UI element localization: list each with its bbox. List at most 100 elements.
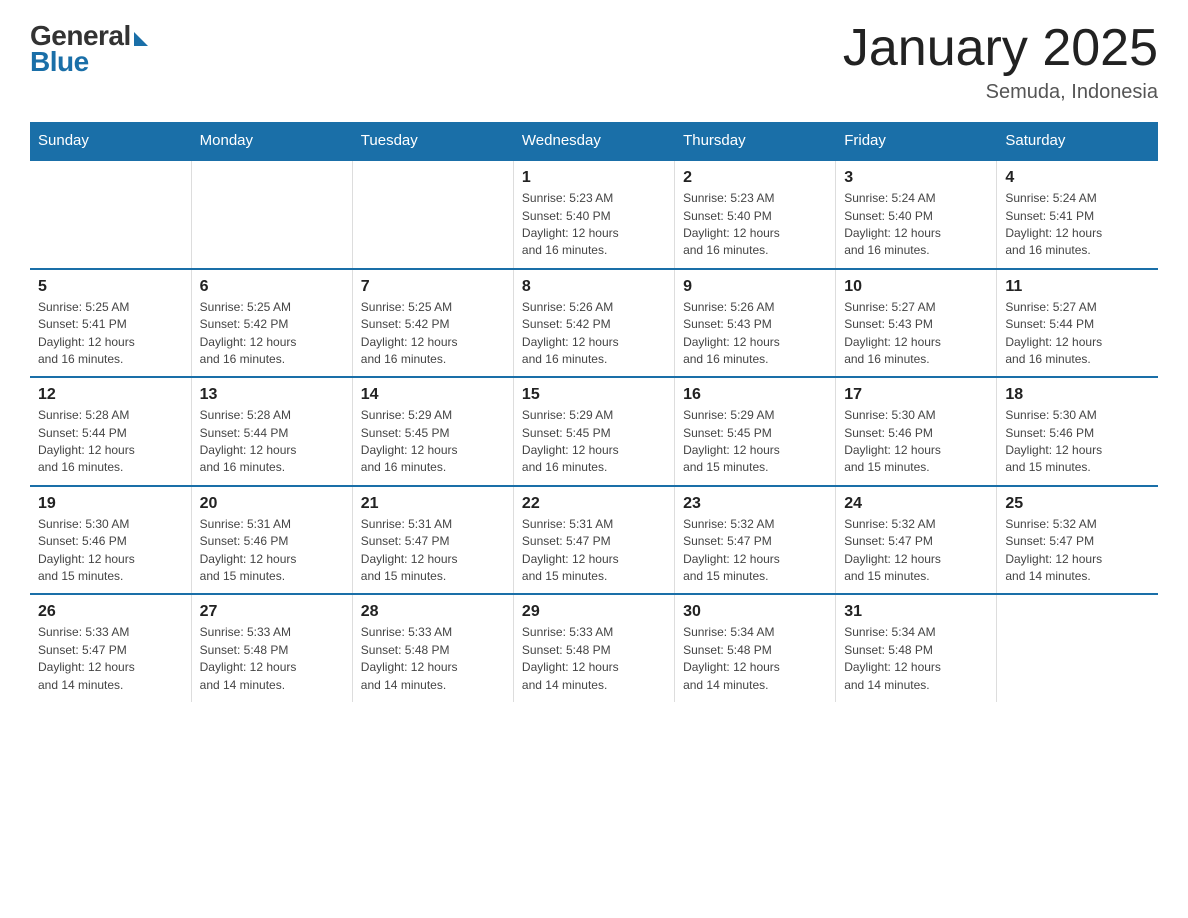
day-number: 15 (522, 386, 666, 404)
table-row (30, 160, 191, 269)
day-info: Sunrise: 5:30 AMSunset: 5:46 PMDaylight:… (38, 516, 183, 586)
table-row: 21Sunrise: 5:31 AMSunset: 5:47 PMDayligh… (352, 486, 513, 595)
day-info: Sunrise: 5:29 AMSunset: 5:45 PMDaylight:… (683, 407, 827, 477)
day-info: Sunrise: 5:28 AMSunset: 5:44 PMDaylight:… (200, 407, 344, 477)
day-info: Sunrise: 5:32 AMSunset: 5:47 PMDaylight:… (1005, 516, 1150, 586)
day-info: Sunrise: 5:31 AMSunset: 5:46 PMDaylight:… (200, 516, 344, 586)
table-row: 27 Sunrise: 5:33 AMSunset: 5:48 PMDayligh… (191, 594, 352, 702)
day-number: 1 (522, 169, 666, 187)
day-number: 2 (683, 169, 827, 187)
day-info: Sunrise: 5:26 AMSunset: 5:42 PMDaylight:… (522, 299, 666, 369)
table-row: 25 Sunrise: 5:32 AMSunset: 5:47 PMDayligh… (997, 486, 1158, 595)
day-info: Sunrise: 5:33 AMSunset: 5:48 PMDaylight:… (200, 624, 344, 694)
table-row: 31 Sunrise: 5:34 AMSunset: 5:48 PMDayligh… (836, 594, 997, 702)
day-number: 26 (38, 603, 183, 621)
table-row: 10 Sunrise: 5:27 AMSunset: 5:43 PMDayligh… (836, 269, 997, 378)
day-number: 22 (522, 495, 666, 513)
day-number: 4 (1005, 169, 1150, 187)
day-info: Sunrise: 5:24 AMSunset: 5:40 PMDaylight:… (844, 190, 988, 260)
day-number: 29 (522, 603, 666, 621)
day-number: 20 (200, 495, 344, 513)
day-number: 31 (844, 603, 988, 621)
col-sunday: Sunday (30, 122, 191, 160)
day-number: 25 (1005, 495, 1150, 513)
table-row: 19 Sunrise: 5:30 AMSunset: 5:46 PMDayligh… (30, 486, 191, 595)
table-row: 22 Sunrise: 5:31 AMSunset: 5:47 PMDayligh… (513, 486, 674, 595)
calendar-title: January 2025 (843, 20, 1158, 77)
day-info: Sunrise: 5:25 AMSunset: 5:42 PMDaylight:… (361, 299, 505, 369)
day-number: 23 (683, 495, 827, 513)
table-row (352, 160, 513, 269)
table-row: 9Sunrise: 5:26 AMSunset: 5:43 PMDaylight… (675, 269, 836, 378)
calendar-subtitle: Semuda, Indonesia (843, 81, 1158, 104)
day-info: Sunrise: 5:26 AMSunset: 5:43 PMDaylight:… (683, 299, 827, 369)
day-info: Sunrise: 5:29 AMSunset: 5:45 PMDaylight:… (361, 407, 505, 477)
day-number: 28 (361, 603, 505, 621)
col-friday: Friday (836, 122, 997, 160)
day-info: Sunrise: 5:31 AMSunset: 5:47 PMDaylight:… (522, 516, 666, 586)
day-info: Sunrise: 5:30 AMSunset: 5:46 PMDaylight:… (1005, 407, 1150, 477)
table-row: 8 Sunrise: 5:26 AMSunset: 5:42 PMDaylight… (513, 269, 674, 378)
table-row: 16 Sunrise: 5:29 AMSunset: 5:45 PMDayligh… (675, 377, 836, 486)
day-info: Sunrise: 5:29 AMSunset: 5:45 PMDaylight:… (522, 407, 666, 477)
day-number: 13 (200, 386, 344, 404)
day-number: 12 (38, 386, 183, 404)
table-row: 17 Sunrise: 5:30 AMSunset: 5:46 PMDayligh… (836, 377, 997, 486)
day-number: 16 (683, 386, 827, 404)
day-info: Sunrise: 5:33 AMSunset: 5:47 PMDaylight:… (38, 624, 183, 694)
table-row: 2 Sunrise: 5:23 AMSunset: 5:40 PMDaylight… (675, 160, 836, 269)
table-row: 14 Sunrise: 5:29 AMSunset: 5:45 PMDayligh… (352, 377, 513, 486)
table-row: 12 Sunrise: 5:28 AMSunset: 5:44 PMDayligh… (30, 377, 191, 486)
day-info: Sunrise: 5:28 AMSunset: 5:44 PMDaylight:… (38, 407, 183, 477)
table-row: 4 Sunrise: 5:24 AMSunset: 5:41 PMDaylight… (997, 160, 1158, 269)
page-header: GeneralBlue January 2025 Semuda, Indones… (30, 20, 1158, 104)
day-info: Sunrise: 5:24 AMSunset: 5:41 PMDaylight:… (1005, 190, 1150, 260)
table-row: 13 Sunrise: 5:28 AMSunset: 5:44 PMDayligh… (191, 377, 352, 486)
day-info: Sunrise: 5:23 AMSunset: 5:40 PMDaylight:… (683, 190, 827, 260)
table-row: 15 Sunrise: 5:29 AMSunset: 5:45 PMDayligh… (513, 377, 674, 486)
day-number: 21 (361, 495, 505, 513)
day-info: Sunrise: 5:30 AMSunset: 5:46 PMDaylight:… (844, 407, 988, 477)
table-row (997, 594, 1158, 702)
day-info: Sunrise: 5:33 AMSunset: 5:48 PMDaylight:… (522, 624, 666, 694)
day-number: 8 (522, 278, 666, 296)
day-number: 27 (200, 603, 344, 621)
table-row: 23 Sunrise: 5:32 AMSunset: 5:47 PMDayligh… (675, 486, 836, 595)
day-number: 17 (844, 386, 988, 404)
table-row: 18 Sunrise: 5:30 AMSunset: 5:46 PMDayligh… (997, 377, 1158, 486)
table-row: 30Sunrise: 5:34 AMSunset: 5:48 PMDayligh… (675, 594, 836, 702)
day-number: 24 (844, 495, 988, 513)
day-number: 11 (1005, 278, 1150, 296)
day-info: Sunrise: 5:32 AMSunset: 5:47 PMDaylight:… (683, 516, 827, 586)
day-number: 19 (38, 495, 183, 513)
table-row: 6 Sunrise: 5:25 AMSunset: 5:42 PMDaylight… (191, 269, 352, 378)
col-saturday: Saturday (997, 122, 1158, 160)
day-number: 6 (200, 278, 344, 296)
day-info: Sunrise: 5:32 AMSunset: 5:47 PMDaylight:… (844, 516, 988, 586)
table-row (191, 160, 352, 269)
col-thursday: Thursday (675, 122, 836, 160)
table-row: 11 Sunrise: 5:27 AMSunset: 5:44 PMDayligh… (997, 269, 1158, 378)
day-info: Sunrise: 5:33 AMSunset: 5:48 PMDaylight:… (361, 624, 505, 694)
table-row: 26 Sunrise: 5:33 AMSunset: 5:47 PMDayligh… (30, 594, 191, 702)
col-monday: Monday (191, 122, 352, 160)
table-row: 20 Sunrise: 5:31 AMSunset: 5:46 PMDayligh… (191, 486, 352, 595)
table-row: 5 Sunrise: 5:25 AMSunset: 5:41 PMDaylight… (30, 269, 191, 378)
day-info: Sunrise: 5:25 AMSunset: 5:42 PMDaylight:… (200, 299, 344, 369)
day-number: 30 (683, 603, 827, 621)
table-row: 28 Sunrise: 5:33 AMSunset: 5:48 PMDayligh… (352, 594, 513, 702)
day-number: 5 (38, 278, 183, 296)
day-info: Sunrise: 5:27 AMSunset: 5:44 PMDaylight:… (1005, 299, 1150, 369)
table-row: 24 Sunrise: 5:32 AMSunset: 5:47 PMDayligh… (836, 486, 997, 595)
day-number: 10 (844, 278, 988, 296)
calendar-header: Sunday Monday Tuesday Wednesday Thursday… (30, 122, 1158, 160)
logo: GeneralBlue (30, 20, 148, 78)
col-wednesday: Wednesday (513, 122, 674, 160)
table-row: 7Sunrise: 5:25 AMSunset: 5:42 PMDaylight… (352, 269, 513, 378)
day-info: Sunrise: 5:25 AMSunset: 5:41 PMDaylight:… (38, 299, 183, 369)
day-info: Sunrise: 5:34 AMSunset: 5:48 PMDaylight:… (844, 624, 988, 694)
day-number: 18 (1005, 386, 1150, 404)
day-number: 14 (361, 386, 505, 404)
day-info: Sunrise: 5:23 AMSunset: 5:40 PMDaylight:… (522, 190, 666, 260)
day-info: Sunrise: 5:27 AMSunset: 5:43 PMDaylight:… (844, 299, 988, 369)
